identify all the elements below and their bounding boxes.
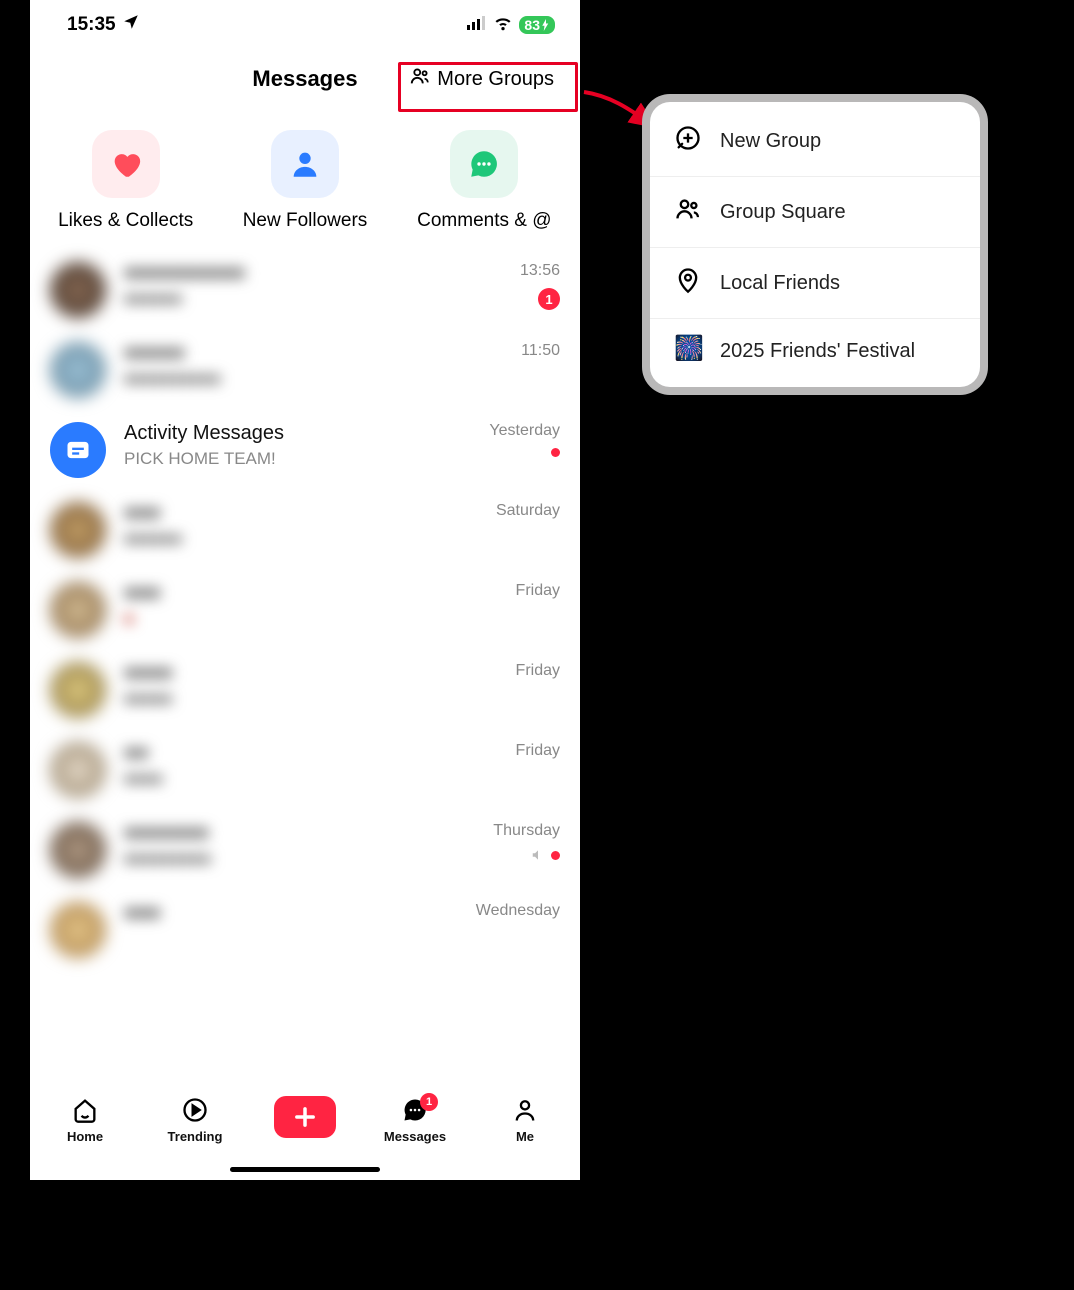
battery-percent: 83 — [524, 17, 540, 33]
heart-icon — [92, 130, 160, 198]
status-bar: 15:35 83 — [30, 0, 580, 50]
tab-messages[interactable]: 1 Messages — [380, 1096, 450, 1144]
unread-dot — [551, 448, 560, 457]
people-icon — [409, 65, 431, 93]
row-time: Saturday — [496, 502, 560, 520]
avatar — [50, 662, 106, 718]
activity-messages-row[interactable]: Activity Messages PICK HOME TEAM! Yester… — [30, 410, 580, 490]
cellular-icon — [467, 14, 487, 36]
row-time: 11:50 — [521, 342, 560, 360]
location-arrow-icon — [122, 13, 140, 37]
new-followers-button[interactable]: New Followers — [216, 130, 394, 232]
home-indicator — [230, 1167, 380, 1172]
tab-messages-label: Messages — [384, 1129, 446, 1144]
popover-label: Local Friends — [720, 272, 840, 295]
unread-badge: 1 — [538, 288, 560, 310]
row-title: Activity Messages — [124, 422, 452, 445]
comments-button[interactable]: Comments & @ — [396, 130, 574, 232]
new-group-icon — [674, 124, 702, 158]
row-subtitle: PICK HOME TEAM! — [124, 449, 452, 469]
popover-label: Group Square — [720, 201, 846, 224]
activity-icon — [50, 422, 106, 478]
fireworks-icon: 🎆 — [674, 337, 702, 365]
popover-friends-festival[interactable]: 🎆 2025 Friends' Festival — [650, 318, 980, 383]
avatar — [50, 742, 106, 798]
row-time: Yesterday — [489, 422, 560, 440]
tab-home[interactable]: Home — [50, 1096, 120, 1144]
conversation-row[interactable]: ■■■■■■■■■■ ■■■■■■ 13:56 1 — [30, 250, 580, 330]
row-time: Friday — [516, 662, 560, 680]
me-icon — [511, 1096, 539, 1127]
location-person-icon — [674, 266, 702, 300]
avatar — [50, 902, 106, 958]
plus-button — [274, 1096, 336, 1138]
comments-label: Comments & @ — [417, 210, 551, 232]
more-groups-button[interactable]: More Groups — [399, 59, 564, 99]
conversation-row[interactable]: ■■■ ■■■■■■ Saturday — [30, 490, 580, 570]
notification-shortcuts: Likes & Collects New Followers Comments … — [30, 130, 580, 232]
tab-me[interactable]: Me — [490, 1096, 560, 1144]
conversation-list: ■■■■■■■■■■ ■■■■■■ 13:56 1 ■■■■■ ■■■■■■■■… — [30, 250, 580, 958]
popover-group-square[interactable]: Group Square — [650, 176, 980, 247]
popover-label: New Group — [720, 130, 821, 153]
conversation-row[interactable]: ■■■ Wednesday — [30, 890, 580, 958]
tab-trending[interactable]: Trending — [160, 1096, 230, 1144]
popover-label: 2025 Friends' Festival — [720, 340, 915, 363]
row-time: Wednesday — [476, 902, 560, 920]
conversation-row[interactable]: ■■■■ ■■■■■ Friday — [30, 650, 580, 730]
wifi-icon — [493, 12, 513, 38]
person-icon — [271, 130, 339, 198]
popover-new-group[interactable]: New Group — [650, 106, 980, 176]
avatar — [50, 342, 106, 398]
likes-label: Likes & Collects — [58, 210, 193, 232]
tab-me-label: Me — [516, 1129, 534, 1144]
page-title: Messages — [252, 66, 357, 92]
avatar — [50, 262, 106, 318]
conversation-row[interactable]: ■■■■■ ■■■■■■■■■■ 11:50 — [30, 330, 580, 410]
avatar — [50, 582, 106, 638]
row-time: Friday — [516, 582, 560, 600]
messages-badge: 1 — [420, 1093, 438, 1111]
tab-home-label: Home — [67, 1129, 103, 1144]
avatar — [50, 822, 106, 878]
comment-icon — [450, 130, 518, 198]
row-time: Friday — [516, 742, 560, 760]
row-time: Thursday — [493, 822, 560, 840]
tab-trending-label: Trending — [168, 1129, 223, 1144]
muted-indicator — [531, 848, 560, 862]
status-time: 15:35 — [67, 14, 116, 36]
battery-pill: 83 — [519, 16, 555, 34]
more-groups-popover: New Group Group Square Local Friends 🎆 2… — [650, 102, 980, 387]
tab-create[interactable] — [270, 1096, 340, 1138]
trending-icon — [181, 1096, 209, 1127]
row-time: 13:56 — [520, 262, 560, 280]
home-icon — [71, 1096, 99, 1127]
phone-frame: 15:35 83 Messages More Groups — [30, 0, 580, 1180]
more-groups-label: More Groups — [437, 68, 554, 91]
popover-local-friends[interactable]: Local Friends — [650, 247, 980, 318]
group-square-icon — [674, 195, 702, 229]
conversation-row[interactable]: ■■ ■■■■ Friday — [30, 730, 580, 810]
header: Messages More Groups — [30, 54, 580, 104]
likes-collects-button[interactable]: Likes & Collects — [37, 130, 215, 232]
avatar — [50, 502, 106, 558]
conversation-row[interactable]: ■■■■■■■ ■■■■■■■■■ Thursday — [30, 810, 580, 890]
conversation-row[interactable]: ■■■ ■ Friday — [30, 570, 580, 650]
followers-label: New Followers — [243, 210, 368, 232]
